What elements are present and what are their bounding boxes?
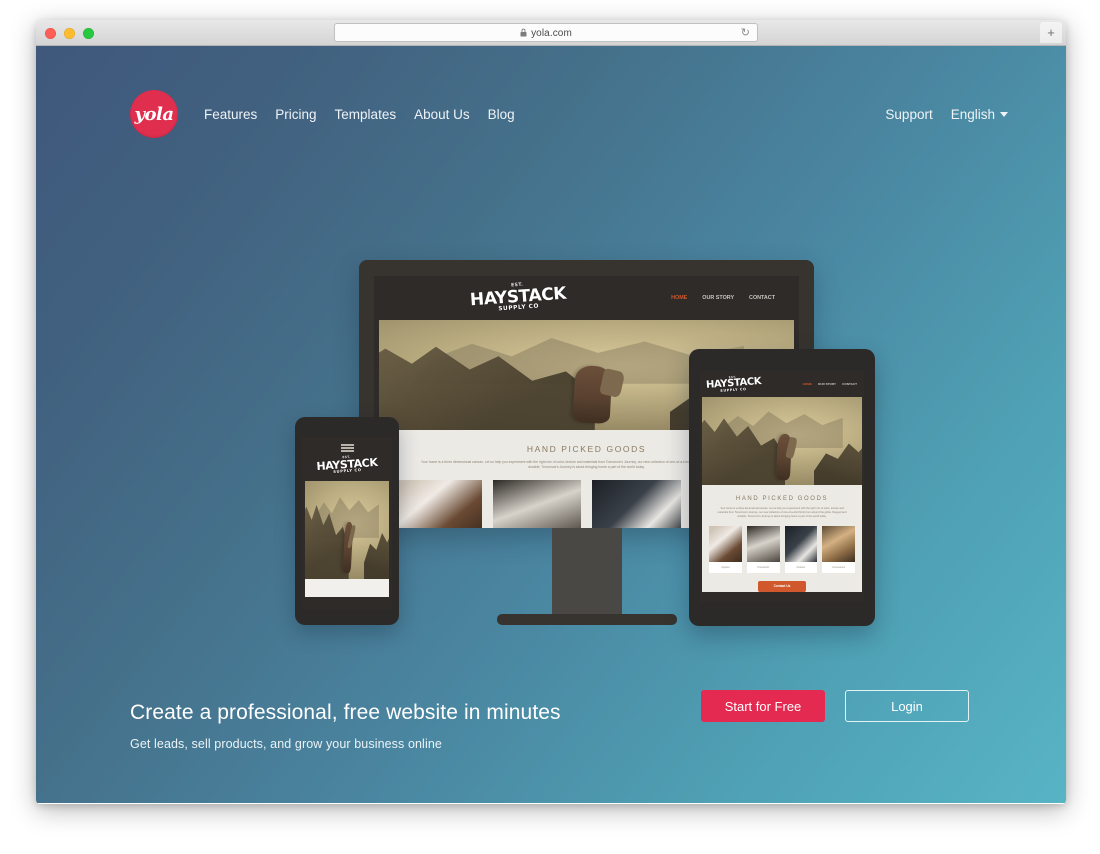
mockup-product-image-4-tablet [822, 525, 855, 562]
mockup-contact-button-tablet: Contact Us [758, 580, 806, 592]
phone-screen: EST. HAYSTACK SUPPLY CO [302, 437, 392, 609]
traffic-lights [45, 28, 94, 39]
close-window-button[interactable] [45, 28, 56, 39]
mockup-hero-image-tablet [702, 397, 862, 485]
mockup-content-phone [305, 579, 389, 597]
hiker-figure-desktop [572, 365, 613, 425]
hero-headline: Create a professional, free website in m… [130, 701, 561, 724]
maximize-window-button[interactable] [83, 28, 94, 39]
hero-subheadline: Get leads, sell products, and grow your … [130, 737, 442, 752]
mockup-nav-tablet: HOME OUR STORY CONTACT [803, 382, 857, 386]
browser-window: yola.com ↻ + yola Features Pricing Templ… [36, 20, 1066, 804]
url-text-wrap: yola.com [520, 27, 572, 39]
mockup-product-card-1-tablet: Apparel [709, 525, 742, 573]
hamburger-menu-icon [340, 444, 354, 453]
mockup-product-card-2-tablet: Household [746, 525, 780, 573]
phone-mockup: EST. HAYSTACK SUPPLY CO [295, 417, 399, 625]
mockup-product-3-desktop [592, 480, 681, 528]
url-value: yola.com [531, 27, 572, 39]
mockup-nav-contact-tablet: CONTACT [842, 382, 857, 386]
mockup-topbar-phone: EST. HAYSTACK SUPPLY CO [302, 437, 392, 481]
tablet-mockup: EST. HAYSTACK SUPPLY CO HOME OUR STORY C… [689, 349, 875, 626]
address-bar[interactable]: yola.com ↻ [334, 23, 758, 42]
mockup-section-paragraph-tablet: Your home is a three dimensional canvas.… [717, 507, 847, 518]
tablet-screen: EST. HAYSTACK SUPPLY CO HOME OUR STORY C… [700, 371, 864, 602]
mockup-product-2-desktop [492, 480, 581, 528]
minimize-window-button[interactable] [64, 28, 75, 39]
reload-icon[interactable]: ↻ [741, 27, 750, 40]
lock-icon [520, 28, 527, 36]
mockup-product-image-2-tablet [746, 525, 780, 562]
start-for-free-button[interactable]: Start for Free [701, 690, 825, 722]
mockup-nav-contact-desktop: CONTACT [749, 295, 775, 301]
haystack-logo-desktop: EST. HAYSTACK SUPPLY CO [469, 281, 567, 315]
page-content: yola Features Pricing Templates About Us… [36, 46, 1066, 803]
mockup-hero-image-phone [305, 481, 389, 579]
mockup-topbar-tablet: EST. HAYSTACK SUPPLY CO HOME OUR STORY C… [700, 371, 864, 397]
monitor-base [497, 614, 677, 625]
haystack-logo-tablet: EST. HAYSTACK SUPPLY CO [706, 374, 762, 394]
mockup-product-caption-2-tablet: Household [746, 561, 780, 573]
mockup-product-image-3-tablet [784, 525, 818, 562]
login-button[interactable]: Login [845, 690, 969, 722]
mockup-nav-desktop: HOME OUR STORY CONTACT [671, 295, 775, 301]
mockup-product-caption-3-tablet: Outdoor [784, 561, 818, 573]
hiker-figure-phone [343, 522, 354, 574]
hiker-figure-tablet [776, 433, 793, 481]
mockup-nav-our-story-desktop: OUR STORY [702, 295, 735, 301]
mockup-product-card-3-tablet: Outdoor [784, 525, 818, 573]
browser-chrome: yola.com ↻ + [36, 20, 1066, 46]
new-tab-button[interactable]: + [1040, 22, 1062, 43]
haystack-logo-phone: EST. HAYSTACK SUPPLY CO [315, 454, 378, 476]
monitor-stand [552, 528, 622, 614]
mockup-product-row-tablet: Apparel Household Outdoor Accessories [702, 519, 862, 573]
mockup-product-image-1-tablet [709, 525, 742, 562]
mockup-topbar-desktop: EST. HAYSTACK SUPPLY CO HOME OUR STORY C… [374, 276, 799, 320]
mockup-product-caption-1-tablet: Apparel [709, 561, 742, 573]
mockup-nav-home-desktop: HOME [671, 295, 688, 301]
mockup-nav-our-story-tablet: OUR STORY [817, 382, 837, 386]
mockup-product-1-desktop [393, 480, 482, 528]
mockup-nav-home-tablet: HOME [802, 382, 812, 386]
cta-button-group: Start for Free Login [701, 690, 969, 722]
hero-copy-block: Create a professional, free website in m… [130, 700, 561, 751]
mockup-product-caption-4-tablet: Accessories [822, 561, 855, 573]
mockup-product-card-4-tablet: Accessories [822, 525, 855, 573]
mockup-content-tablet: HAND PICKED GOODS Your home is a three d… [702, 485, 862, 592]
